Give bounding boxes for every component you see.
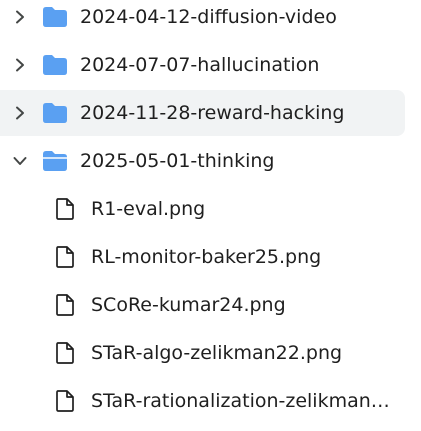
chevron-right-icon[interactable] — [11, 104, 29, 122]
file-icon — [56, 197, 78, 221]
chevron-right-icon[interactable] — [11, 56, 29, 74]
tree-folder-diffusion-video[interactable]: 2024-04-12-diffusion-video — [0, 0, 421, 41]
file-icon — [56, 389, 78, 413]
tree-file[interactable]: STaR-rationalization-zelikman2... — [0, 377, 421, 425]
tree-file[interactable]: R1-eval.png — [0, 185, 421, 233]
folder-icon — [43, 102, 69, 124]
tree-folder-reward-hacking[interactable]: 2024-11-28-reward-hacking — [0, 89, 421, 137]
chevron-down-icon[interactable] — [11, 152, 29, 170]
tree-file[interactable]: RL-monitor-baker25.png — [0, 233, 421, 281]
tree-file[interactable]: STaR-algo-zelikman22.png — [0, 329, 421, 377]
file-icon — [56, 341, 78, 365]
file-name: R1-eval.png — [91, 198, 206, 220]
tree-folder-hallucination[interactable]: 2024-07-07-hallucination — [0, 41, 421, 89]
file-name: STaR-rationalization-zelikman2... — [91, 390, 397, 412]
file-tree: 2024-04-12-diffusion-video 2024-07-07-ha… — [0, 0, 421, 425]
folder-name: 2024-07-07-hallucination — [80, 54, 320, 76]
folder-name: 2024-04-12-diffusion-video — [80, 6, 337, 28]
chevron-right-icon[interactable] — [11, 8, 29, 26]
file-name: STaR-algo-zelikman22.png — [91, 342, 343, 364]
folder-icon — [43, 54, 69, 76]
tree-file[interactable]: SCoRe-kumar24.png — [0, 281, 421, 329]
file-icon — [56, 293, 78, 317]
file-icon — [56, 245, 78, 269]
folder-open-icon — [43, 150, 69, 172]
folder-icon — [43, 6, 69, 28]
file-name: SCoRe-kumar24.png — [91, 294, 286, 316]
folder-name: 2024-11-28-reward-hacking — [80, 102, 345, 124]
tree-folder-thinking[interactable]: 2025-05-01-thinking — [0, 137, 421, 185]
folder-name: 2025-05-01-thinking — [80, 150, 275, 172]
file-name: RL-monitor-baker25.png — [91, 246, 322, 268]
